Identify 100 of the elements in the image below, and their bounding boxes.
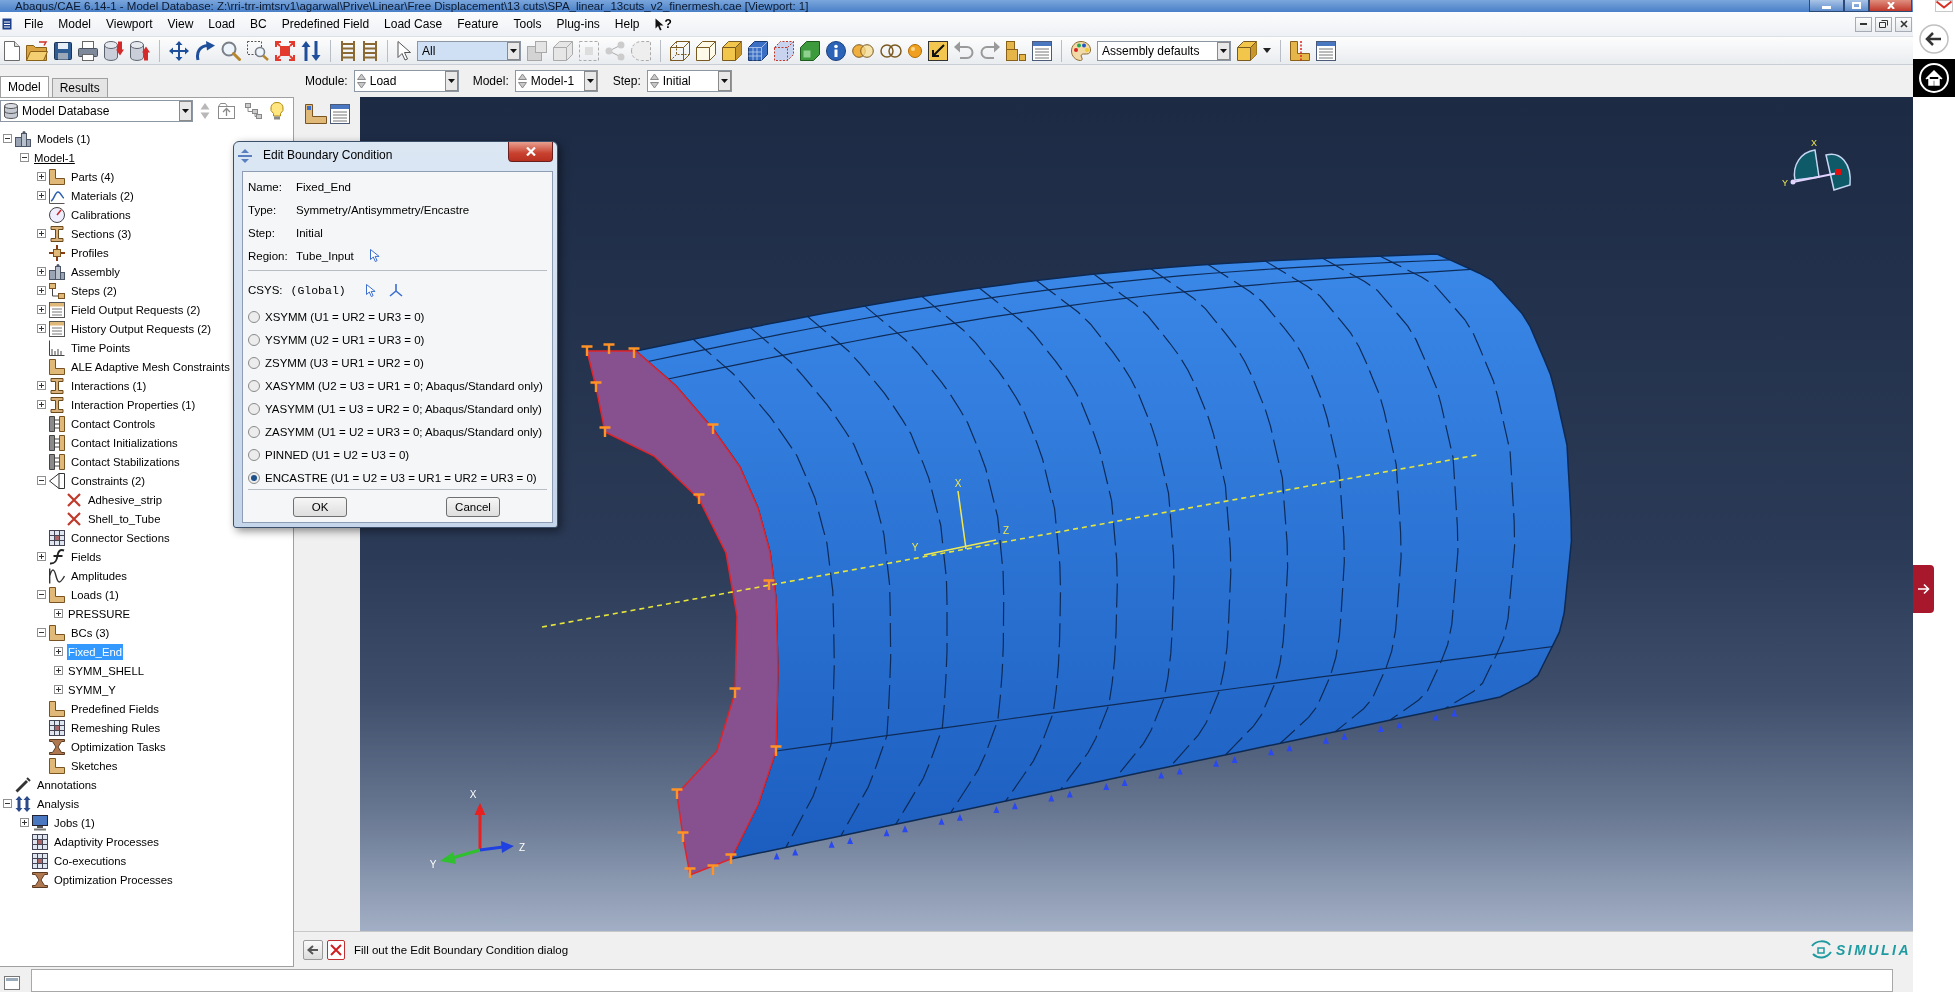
shaded-cube-icon[interactable] bbox=[722, 40, 742, 61]
close-button[interactable] bbox=[508, 142, 553, 162]
collapse-icon[interactable] bbox=[37, 590, 46, 599]
menu-item[interactable]: Model bbox=[50, 17, 99, 31]
tree-item[interactable]: Optimization Processes bbox=[53, 871, 174, 888]
ladder-icon[interactable] bbox=[340, 40, 356, 61]
option-label[interactable]: PINNED (U1 = U2 = U3 = 0) bbox=[265, 448, 410, 461]
tree-item[interactable]: Contact Controls bbox=[70, 415, 157, 432]
panel-tab[interactable]: Model bbox=[0, 76, 49, 97]
table-icon[interactable] bbox=[330, 104, 350, 124]
expand-icon[interactable] bbox=[54, 685, 63, 694]
expand-icon[interactable] bbox=[54, 666, 63, 675]
home-button[interactable] bbox=[1913, 59, 1955, 97]
caret-icon[interactable] bbox=[1263, 48, 1271, 53]
menu-item[interactable]: File bbox=[16, 17, 51, 31]
expand-icon[interactable] bbox=[37, 229, 46, 238]
option-label[interactable]: ENCASTRE (U1 = U2 = U3 = UR1 = UR2 = UR3 = 0) bbox=[265, 471, 537, 484]
minimize-button[interactable] bbox=[1855, 16, 1872, 32]
mail-icon[interactable] bbox=[1935, 0, 1953, 12]
tree-item[interactable]: Remeshing Rules bbox=[70, 719, 162, 736]
option-label[interactable]: ZASYMM (U1 = U2 = UR3 = 0; Abaqus/Standard only) bbox=[265, 425, 543, 438]
wireframe-cube-icon[interactable] bbox=[670, 40, 690, 61]
tree-item[interactable]: BCs (3) bbox=[70, 624, 111, 641]
collapse-icon[interactable] bbox=[20, 153, 29, 162]
tree-item[interactable]: Profiles bbox=[70, 244, 110, 261]
option-label[interactable]: YASYMM (U1 = U3 = UR2 = 0; Abaqus/Standard only) bbox=[265, 402, 542, 415]
panel-tab[interactable]: Results bbox=[51, 78, 108, 97]
section-cut-icon[interactable] bbox=[1290, 40, 1310, 61]
menu-item[interactable]: Feature bbox=[449, 17, 506, 31]
tree-item[interactable]: Optimization Tasks bbox=[70, 738, 167, 755]
tree-item[interactable]: Time Points bbox=[70, 339, 132, 356]
tree-item[interactable]: SYMM_SHELL bbox=[67, 662, 145, 679]
tree-item[interactable]: Steps (2) bbox=[70, 282, 118, 299]
minimize-button[interactable] bbox=[1809, 0, 1844, 12]
sphere-icon[interactable] bbox=[908, 43, 922, 58]
tree-item[interactable]: Parts (4) bbox=[70, 168, 116, 185]
source-dropdown[interactable]: Model Database bbox=[0, 100, 193, 122]
tree-item[interactable]: Analysis bbox=[36, 795, 81, 812]
radio-button[interactable] bbox=[248, 425, 260, 438]
option-label[interactable]: XSYMM (U1 = UR2 = UR3 = 0) bbox=[265, 310, 425, 323]
tree-item[interactable]: Adhesive_strip bbox=[87, 491, 164, 508]
expand-icon[interactable] bbox=[37, 267, 46, 276]
zoom-icon[interactable] bbox=[221, 40, 241, 61]
mesh-cube-icon[interactable] bbox=[748, 40, 768, 61]
tree-item[interactable]: Assembly bbox=[70, 263, 121, 280]
menu-item[interactable]: Predefined Field bbox=[274, 17, 377, 31]
menu-item[interactable]: BC bbox=[242, 17, 275, 31]
folder-up-icon[interactable] bbox=[218, 103, 235, 119]
solid-cube-icon[interactable] bbox=[800, 40, 820, 61]
redo-icon[interactable] bbox=[980, 40, 1000, 61]
menu-item[interactable]: View bbox=[160, 17, 201, 31]
menu-item[interactable]: Viewport bbox=[98, 17, 160, 31]
option-label[interactable]: YSYMM (U2 = UR1 = UR3 = 0) bbox=[265, 333, 425, 346]
expand-icon[interactable] bbox=[37, 381, 46, 390]
up-down-arrows-icon[interactable] bbox=[301, 40, 321, 61]
cancel-button[interactable] bbox=[327, 939, 345, 960]
menu-item[interactable]: Plug-ins bbox=[549, 17, 608, 31]
tree-item[interactable]: Sections (3) bbox=[70, 225, 133, 242]
radio-button[interactable] bbox=[248, 471, 260, 484]
new-file-icon[interactable] bbox=[4, 40, 20, 61]
box-zoom-icon[interactable] bbox=[247, 40, 269, 61]
side-tab[interactable] bbox=[1913, 565, 1934, 613]
database-up-icon[interactable] bbox=[130, 40, 150, 61]
cursor-icon[interactable] bbox=[397, 40, 411, 61]
expand-icon[interactable] bbox=[37, 172, 46, 181]
radio-button[interactable] bbox=[248, 448, 260, 461]
undo-icon[interactable] bbox=[954, 40, 974, 61]
tree-icon[interactable] bbox=[245, 103, 262, 119]
expand-icon[interactable] bbox=[54, 609, 63, 618]
tree-item[interactable]: Models (1) bbox=[36, 130, 92, 147]
tree-item[interactable]: Materials (2) bbox=[70, 187, 135, 204]
tree-item[interactable]: Predefined Fields bbox=[70, 700, 160, 717]
ok-button[interactable]: OK bbox=[293, 497, 347, 517]
expand-icon[interactable] bbox=[54, 647, 63, 656]
back-button[interactable] bbox=[303, 939, 323, 960]
restore-button[interactable] bbox=[1875, 16, 1892, 32]
fit-icon[interactable] bbox=[275, 40, 295, 61]
radio-button[interactable] bbox=[248, 333, 260, 346]
whats-this-button[interactable]: ? bbox=[647, 17, 680, 31]
option-label[interactable]: XASYMM (U2 = U3 = UR1 = 0; Abaqus/Standard only) bbox=[265, 379, 543, 392]
close-button[interactable] bbox=[1869, 0, 1912, 12]
option-label[interactable]: ZSYMM (U3 = UR1 = UR2 = 0) bbox=[265, 356, 424, 369]
tree-item[interactable]: Co-executions bbox=[53, 852, 128, 869]
cube-outline-icon[interactable] bbox=[696, 40, 716, 61]
expand-icon[interactable] bbox=[37, 400, 46, 409]
tree-item[interactable]: Contact Stabilizations bbox=[70, 453, 181, 470]
radio-button[interactable] bbox=[248, 402, 260, 415]
triad-icon[interactable] bbox=[388, 283, 403, 297]
menu-item[interactable]: Load Case bbox=[376, 17, 450, 31]
lightbulb-icon[interactable] bbox=[270, 102, 284, 120]
tree-item[interactable]: Fields bbox=[70, 548, 103, 565]
menu-item[interactable]: Help bbox=[607, 17, 648, 31]
maximize-button[interactable] bbox=[1844, 0, 1869, 12]
palette-icon[interactable] bbox=[1071, 40, 1091, 61]
info-icon[interactable] bbox=[826, 40, 846, 61]
tree-item[interactable]: PRESSURE bbox=[67, 605, 132, 622]
tree-item[interactable]: Connector Sections bbox=[70, 529, 171, 546]
rotate-icon[interactable] bbox=[195, 40, 215, 61]
tree-item[interactable]: Field Output Requests (2) bbox=[70, 301, 202, 318]
cube-icon[interactable] bbox=[1237, 40, 1257, 61]
